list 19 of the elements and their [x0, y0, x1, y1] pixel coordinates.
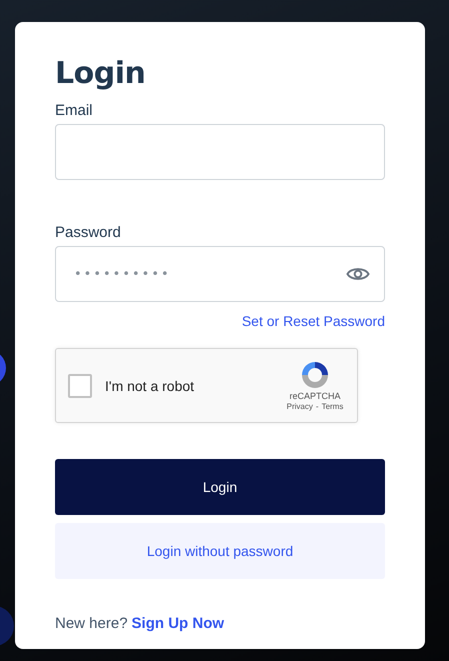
page-title: Login: [55, 56, 146, 92]
captcha-checkbox[interactable]: [68, 374, 92, 398]
masked-password-value: ••••••••••: [74, 266, 171, 282]
terms-link[interactable]: Terms: [322, 402, 344, 412]
login-button[interactable]: Login: [55, 459, 385, 515]
field-label: Email: [55, 102, 94, 120]
field-label: Password: [55, 224, 122, 242]
email-field[interactable]: [55, 124, 385, 180]
privacy-link[interactable]: Privacy: [286, 402, 313, 412]
password-field[interactable]: ••••••••••: [55, 246, 385, 302]
reset-password-link[interactable]: Set or Reset Password: [242, 313, 385, 329]
passwordless-login-button[interactable]: Login without password: [55, 523, 385, 579]
recaptcha-logo-icon: [299, 359, 331, 391]
captcha-label: I'm not a robot: [105, 378, 196, 394]
sign-up-link[interactable]: Sign Up Now: [132, 615, 224, 633]
separator: -: [316, 402, 319, 412]
footer-text: New here?: [55, 615, 128, 633]
captcha-brand: reCAPTCHA: [289, 391, 340, 402]
eye-icon[interactable]: [346, 266, 370, 282]
